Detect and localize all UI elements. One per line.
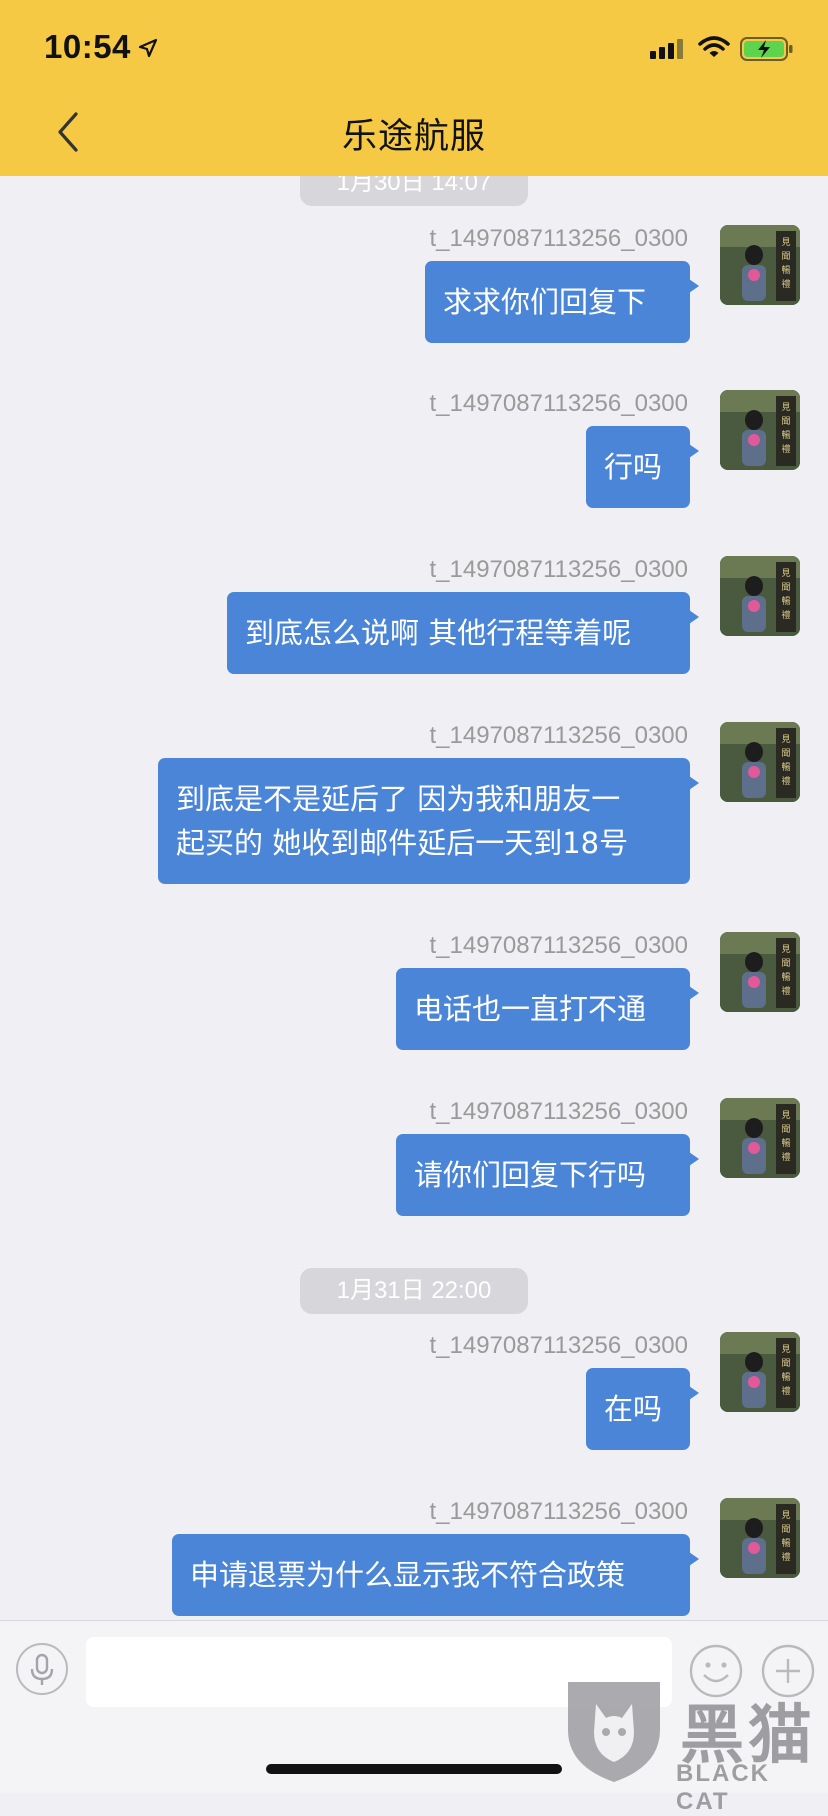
sender-name: t_1497087113256_0300 [429,556,689,583]
avatar[interactable]: 見 聞 暢 禮 [720,1332,800,1412]
svg-text:禮: 禮 [781,775,790,787]
svg-text:聞: 聞 [781,1124,790,1135]
avatar[interactable]: 見 聞 暢 禮 [720,1498,800,1578]
svg-text:暢: 暢 [781,429,790,441]
timestamp-label: 1月31日 22:00 [300,1268,528,1314]
home-indicator[interactable] [266,1764,562,1774]
chat-area[interactable]: 1月30日 14:07 t_1497087113256_0300 求求你们回复下… [0,0,828,1620]
svg-text:聞: 聞 [781,251,790,262]
location-arrow-icon [138,38,158,58]
svg-text:暢: 暢 [781,971,790,983]
svg-text:見: 見 [781,1344,790,1355]
sender-name: t_1497087113256_0300 [429,722,689,749]
nav-header: 10:54 乐途航服 [0,0,828,176]
voice-input-button[interactable] [16,1643,68,1695]
svg-text:聞: 聞 [781,1524,790,1535]
message-bubble[interactable]: 到底是不是延后了 因为我和朋友一 起买的 她收到邮件延后一天到18号 [158,758,699,884]
avatar[interactable]: 見 聞 暢 禮 [720,225,800,305]
cellular-signal-icon [650,39,683,59]
svg-text:聞: 聞 [781,1358,790,1369]
message-bubble[interactable]: 到底怎么说啊 其他行程等着呢 [227,592,699,674]
svg-text:見: 見 [781,568,790,579]
svg-text:聞: 聞 [781,748,790,759]
sender-name: t_1497087113256_0300 [429,390,689,417]
message-row: t_1497087113256_0300 到底怎么说啊 其他行程等着呢 見 聞 … [0,556,828,686]
message-bubble[interactable]: 电话也一直打不通 [396,968,699,1050]
status-time: 10:54 [44,28,131,65]
avatar[interactable]: 見 聞 暢 禮 [720,932,800,1012]
svg-text:暢: 暢 [781,1137,790,1149]
avatar[interactable]: 見 聞 暢 禮 [720,390,800,470]
battery-charging-icon [740,37,793,61]
svg-text:見: 見 [781,944,790,955]
black-cat-logo-icon [568,1682,660,1782]
message-row: t_1497087113256_0300 到底是不是延后了 因为我和朋友一 起买… [0,722,828,892]
sender-name: t_1497087113256_0300 [429,1498,689,1525]
message-row: t_1497087113256_0300 行吗 見 聞 暢 禮 [0,390,828,520]
svg-text:見: 見 [781,1110,790,1121]
svg-text:暢: 暢 [781,761,790,773]
svg-text:見: 見 [781,402,790,413]
svg-text:暢: 暢 [781,595,790,607]
svg-text:禮: 禮 [781,609,790,621]
message-row: t_1497087113256_0300 电话也一直打不通 見 聞 暢 禮 [0,932,828,1062]
svg-text:聞: 聞 [781,582,790,593]
svg-text:禮: 禮 [781,985,790,997]
svg-text:禮: 禮 [781,1385,790,1397]
svg-text:聞: 聞 [781,416,790,427]
svg-text:見: 見 [781,734,790,745]
message-bubble[interactable]: 在吗 [586,1368,699,1450]
message-row: t_1497087113256_0300 在吗 見 聞 暢 禮 [0,1332,828,1462]
wifi-icon [698,36,730,57]
svg-text:暢: 暢 [781,1371,790,1383]
message-bubble[interactable]: 行吗 [586,426,699,508]
svg-text:禮: 禮 [781,443,790,455]
page-title: 乐途航服 [341,117,486,157]
svg-text:暢: 暢 [781,264,790,276]
watermark-subtext: BLACK CAT [676,1760,770,1815]
message-row: t_1497087113256_0300 请你们回复下行吗 見 聞 暢 禮 [0,1098,828,1228]
message-row: t_1497087113256_0300 申请退票为什么显示我不符合政策 見 聞… [0,1498,828,1628]
svg-text:見: 見 [781,1510,790,1521]
svg-text:禮: 禮 [781,1551,790,1563]
message-bubble[interactable]: 求求你们回复下 [425,261,699,343]
message-bubble[interactable]: 申请退票为什么显示我不符合政策 [172,1534,699,1616]
sender-name: t_1497087113256_0300 [429,225,689,252]
avatar[interactable]: 見 聞 暢 禮 [720,722,800,802]
svg-text:禮: 禮 [781,1151,790,1163]
svg-text:暢: 暢 [781,1537,790,1549]
message-bubble[interactable]: 请你们回复下行吗 [396,1134,699,1216]
svg-text:聞: 聞 [781,958,790,969]
sender-name: t_1497087113256_0300 [429,1332,689,1359]
sender-name: t_1497087113256_0300 [429,932,689,959]
microphone-icon [30,1653,54,1685]
message-row: t_1497087113256_0300 求求你们回复下 見 聞 暢 禮 [0,225,828,355]
sender-name: t_1497087113256_0300 [429,1098,689,1125]
avatar[interactable]: 見 聞 暢 禮 [720,1098,800,1178]
svg-text:禮: 禮 [781,278,790,290]
svg-text:見: 見 [781,237,790,248]
avatar[interactable]: 見 聞 暢 禮 [720,556,800,636]
